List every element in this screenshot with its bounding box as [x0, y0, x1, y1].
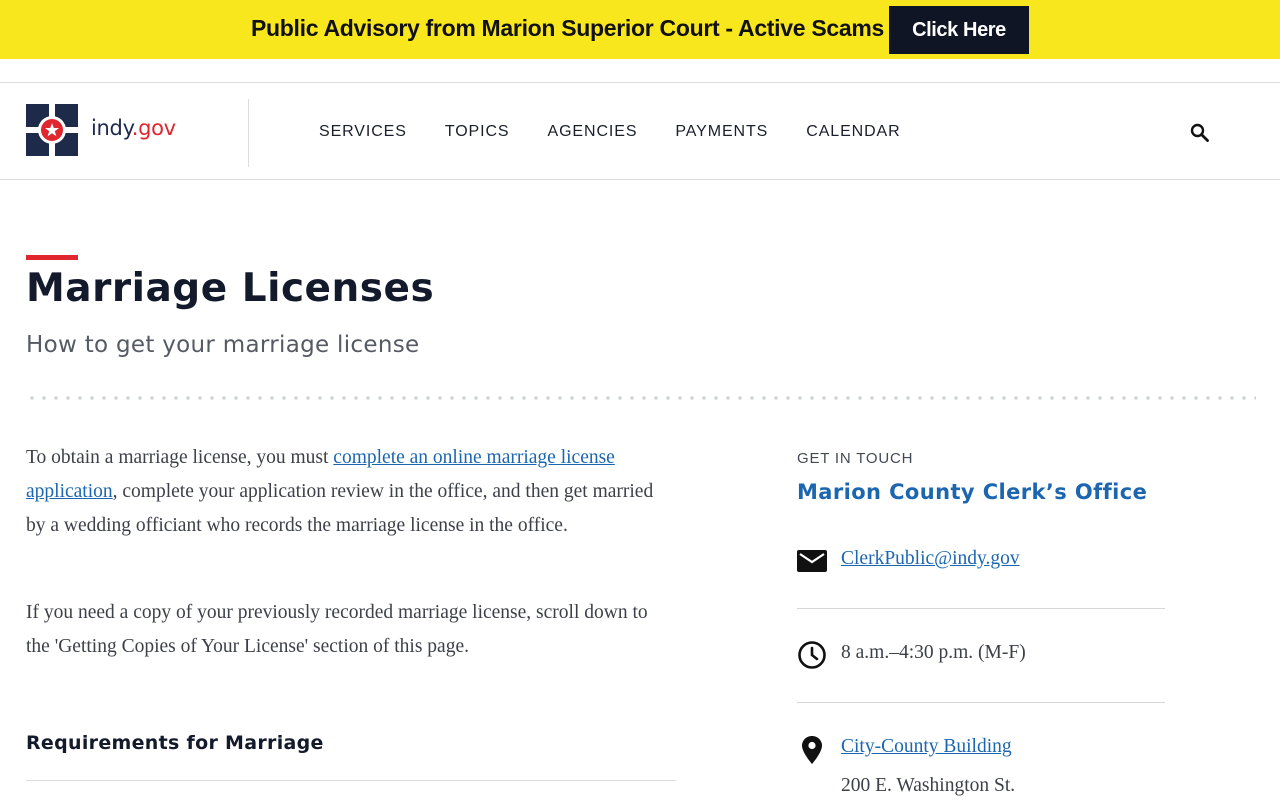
- page-title: Marriage Licenses: [26, 266, 435, 311]
- location-link[interactable]: City-County Building: [841, 736, 1012, 757]
- logo-wordmark: indy.gov: [91, 116, 176, 140]
- advisory-text: Public Advisory from Marion Superior Cou…: [251, 15, 884, 41]
- copies-paragraph: If you need a copy of your previously re…: [26, 602, 648, 657]
- indy-star-logo-icon: [26, 104, 78, 156]
- title-accent-bar: [26, 255, 78, 260]
- advisory-banner: Public Advisory from Marion Superior Cou…: [0, 0, 1280, 59]
- address-line-1: 200 E. Washington St.: [841, 775, 1016, 796]
- contact-office-link[interactable]: Marion County Clerk’s Office: [797, 480, 1147, 504]
- map-pin-icon: [802, 736, 822, 764]
- contact-email-link[interactable]: ClerkPublic@indy.gov: [841, 548, 1020, 569]
- nav-calendar[interactable]: CALENDAR: [806, 123, 900, 141]
- search-icon: [1190, 123, 1209, 142]
- header-vertical-divider: [248, 99, 249, 167]
- nav-services[interactable]: SERVICES: [319, 123, 407, 141]
- requirements-divider: [26, 780, 676, 781]
- site-header: indy.gov SERVICES TOPICS AGENCIES PAYMEN…: [0, 83, 1280, 180]
- contact-eyebrow: GET IN TOUCH: [797, 450, 914, 467]
- contact-hours: 8 a.m.–4:30 p.m. (M-F): [841, 642, 1026, 663]
- dotted-divider: [26, 396, 1256, 400]
- requirements-heading: Requirements for Marriage: [26, 732, 324, 754]
- nav-topics[interactable]: TOPICS: [445, 123, 510, 141]
- contact-divider-2: [797, 702, 1165, 703]
- nav-payments[interactable]: PAYMENTS: [675, 123, 768, 141]
- nav-agencies[interactable]: AGENCIES: [548, 123, 638, 141]
- advisory-click-here-button[interactable]: Click Here: [889, 6, 1029, 54]
- envelope-icon: [797, 550, 827, 572]
- main-nav: SERVICES TOPICS AGENCIES PAYMENTS CALEND…: [319, 123, 901, 141]
- page-subtitle: How to get your marriage license: [26, 332, 420, 358]
- intro-paragraph: To obtain a marriage license, you must c…: [26, 447, 654, 536]
- search-button[interactable]: [1188, 122, 1212, 146]
- clock-icon: [798, 641, 826, 669]
- indy-gov-logo-link[interactable]: indy.gov: [26, 104, 186, 156]
- contact-divider-1: [797, 608, 1165, 609]
